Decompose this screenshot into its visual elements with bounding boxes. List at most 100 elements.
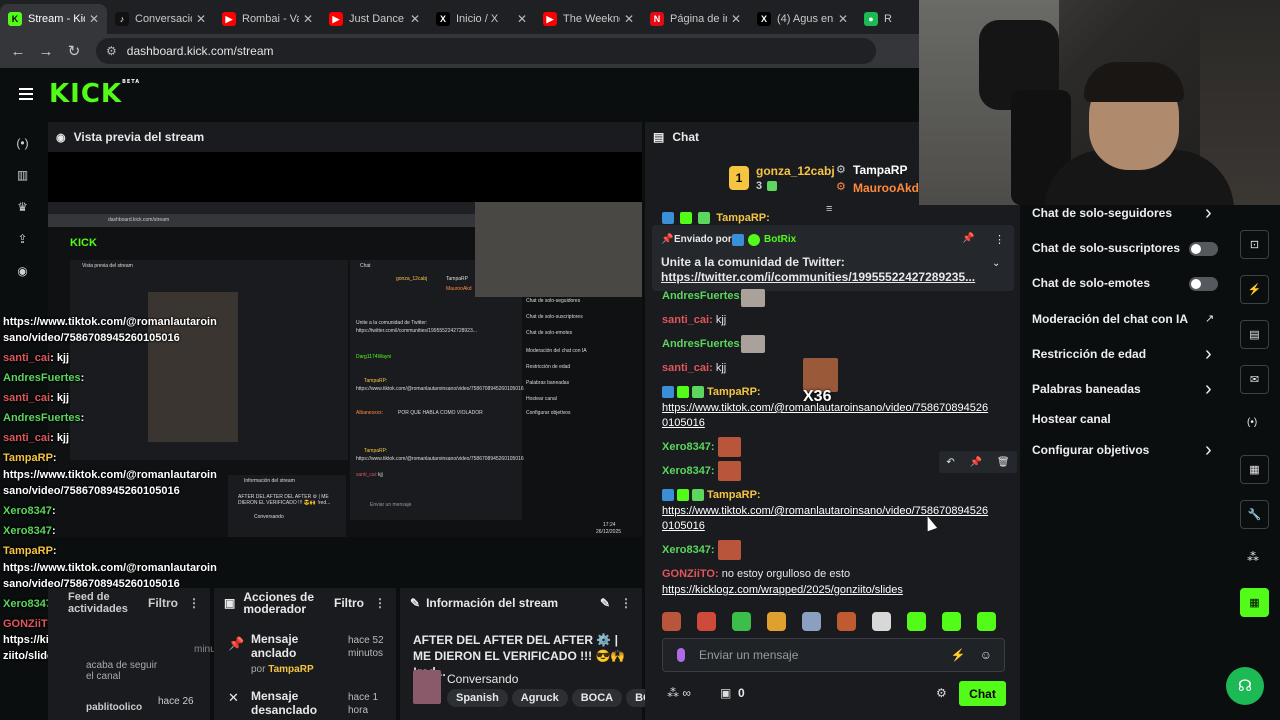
emote-button[interactable] [872, 612, 891, 631]
setting-option[interactable]: Moderación del chat con IA [1032, 312, 1188, 326]
close-icon[interactable]: ✕ [196, 12, 206, 26]
setting-option[interactable]: Chat de solo-emotes [1032, 276, 1150, 290]
more-icon[interactable]: ⋮ [620, 596, 632, 610]
emote-button[interactable] [907, 612, 926, 631]
back-icon[interactable]: ← [4, 43, 32, 60]
toggle-switch[interactable] [1189, 277, 1218, 291]
share-icon[interactable]: ⁂ [1247, 550, 1259, 564]
more-icon[interactable]: ⋮ [994, 233, 1005, 246]
support-headset-icon[interactable]: ☊ [1226, 667, 1264, 705]
delete-icon[interactable]: 🗑 [997, 457, 1010, 468]
chat-username[interactable]: AndresFuertes: [662, 338, 743, 350]
browser-tab[interactable]: ▶ Rombai - Vaso ✕ [214, 4, 321, 34]
browser-tab[interactable]: N Página de inicio ✕ [642, 4, 749, 34]
trophy-icon[interactable]: ♛ [0, 191, 45, 223]
emote-button[interactable] [802, 612, 821, 631]
chat-username[interactable]: Xero8347: [662, 465, 715, 477]
commands-icon[interactable]: ⚡ [951, 648, 966, 662]
camera-icon[interactable]: ⊡ [1240, 230, 1269, 259]
chat-link[interactable]: https://kicklogz.com/wrapped/2025/gonzii… [662, 584, 903, 596]
emoji-icon[interactable]: ☺ [980, 648, 992, 662]
setting-option[interactable]: Hostear canal [1032, 412, 1111, 426]
emote-button[interactable] [837, 612, 856, 631]
clapper-icon[interactable]: ▦ [1240, 588, 1269, 617]
chat-username[interactable]: santi_cai: [662, 362, 713, 374]
timeout-icon[interactable]: ↶ [946, 457, 954, 468]
setting-option[interactable]: Palabras baneadas [1032, 382, 1141, 396]
browser-tab[interactable]: ▶ Just Dance ✕ [321, 4, 428, 34]
flash-icon[interactable]: ⚡ [1240, 275, 1269, 304]
leader-name[interactable]: gonza_12cabj [756, 164, 835, 178]
chevron-right-icon[interactable]: › [1205, 344, 1212, 364]
more-icon[interactable]: ⋮ [374, 596, 386, 610]
chevron-right-icon[interactable]: › [1205, 440, 1212, 460]
chat-username[interactable]: TampaRP: [707, 489, 761, 501]
mod-filter-button[interactable]: Filtro [334, 596, 364, 610]
gift-icon[interactable]: ▣ [720, 686, 731, 700]
external-link-icon[interactable]: ↗ [1205, 312, 1214, 325]
browser-tab[interactable]: X (4) Agus en X ✕ [749, 4, 856, 34]
more-icon[interactable]: ⋮ [188, 596, 200, 610]
analytics-icon[interactable]: ▥ [0, 159, 45, 191]
emote-button[interactable] [767, 612, 786, 631]
setting-option[interactable]: Chat de solo-seguidores [1032, 206, 1172, 220]
emote-button[interactable] [697, 612, 716, 631]
emote-button[interactable] [942, 612, 961, 631]
browser-tab[interactable]: ▶ The Weeknd ✕ [535, 4, 642, 34]
chat-username[interactable]: Xero8347: [662, 441, 715, 453]
close-icon[interactable]: ✕ [838, 12, 848, 26]
close-icon[interactable]: ✕ [89, 12, 99, 26]
activity-filter-button[interactable]: Filtro [148, 596, 178, 610]
broadcast-icon[interactable]: (•) [0, 127, 45, 159]
collapse-icon[interactable]: ≡ [826, 203, 832, 215]
chat-bubble-icon[interactable]: ✉ [1240, 365, 1269, 394]
chat-link[interactable]: 0105016 [662, 417, 705, 429]
browser-tab[interactable]: ♪ Conversaciones ✕ [107, 4, 214, 34]
chat-link[interactable]: 0105016 [662, 520, 705, 532]
chat-username[interactable]: TampaRP: [716, 212, 770, 224]
wrench-icon[interactable]: 🔧 [1240, 500, 1269, 529]
pin-icon[interactable]: 📌 [970, 457, 982, 468]
url-field[interactable]: ⚙ dashboard.kick.com/stream [96, 38, 876, 64]
chat-input[interactable]: Enviar un mensaje ⚡ ☺ [662, 638, 1005, 672]
upload-icon[interactable]: ⇪ [0, 223, 45, 255]
chevron-right-icon[interactable]: › [1205, 203, 1212, 223]
setting-option[interactable]: Restricción de edad [1032, 347, 1146, 361]
tag-chip[interactable]: Agruck [511, 689, 568, 707]
reload-icon[interactable]: ↻ [60, 42, 88, 60]
close-icon[interactable]: ✕ [731, 12, 741, 26]
chat-username[interactable]: TampaRP: [707, 386, 761, 398]
leader-name[interactable]: TampaRP [853, 163, 907, 177]
setting-option[interactable]: Configurar objetivos [1032, 443, 1149, 457]
points-icon[interactable]: ⁂ ∞ [667, 686, 691, 700]
forward-icon[interactable]: → [32, 43, 60, 60]
close-icon[interactable]: ✕ [303, 12, 313, 26]
chat-link[interactable]: https://www.tiktok.com/@romanlautaroinsa… [662, 505, 988, 517]
leader-name[interactable]: MaurooAkd [853, 181, 919, 195]
chevron-right-icon[interactable]: › [1205, 379, 1212, 399]
toggle-switch[interactable] [1189, 242, 1218, 256]
chat-username[interactable]: GONZiiTO: [662, 568, 719, 580]
emote-button[interactable] [732, 612, 751, 631]
site-info-icon[interactable]: ⚙ [106, 44, 117, 58]
browser-tab[interactable]: K Stream - Kick ✕ [0, 4, 107, 34]
close-icon[interactable]: ✕ [624, 12, 634, 26]
broadcast-icon[interactable]: (•) [1247, 417, 1257, 428]
menu-icon[interactable] [19, 85, 33, 103]
film-icon[interactable]: ▦ [1240, 455, 1269, 484]
browser-tab[interactable]: X Inicio / X ✕ [428, 4, 535, 34]
close-icon[interactable]: ✕ [517, 12, 527, 26]
pinned-link[interactable]: https://twitter.com/i/communities/199555… [661, 270, 975, 284]
camera-icon[interactable]: ◉ [0, 255, 45, 287]
kick-logo[interactable]: KICKBETA [49, 79, 140, 109]
pinned-sender[interactable]: BotRix [764, 234, 796, 245]
chat-username[interactable]: santi_cai: [662, 314, 713, 326]
chat-username[interactable]: Xero8347: [662, 544, 715, 556]
setting-option[interactable]: Chat de solo-suscriptores [1032, 241, 1180, 255]
chat-send-button[interactable]: Chat [959, 681, 1006, 706]
chat-username[interactable]: AndresFuertes: [662, 290, 743, 302]
chat-settings-icon[interactable]: ⚙ [936, 686, 947, 700]
microphone-icon[interactable] [677, 648, 685, 662]
unpin-icon[interactable]: 📌 [962, 233, 974, 244]
close-icon[interactable]: ✕ [410, 12, 420, 26]
